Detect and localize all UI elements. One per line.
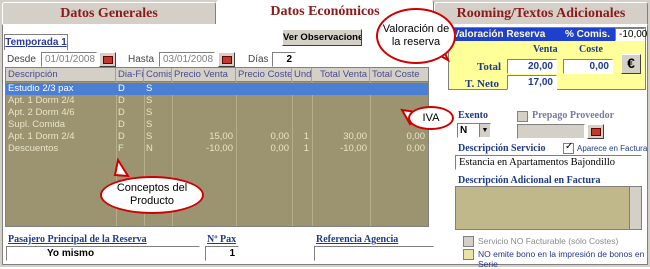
conceptos-tail (113, 157, 130, 178)
callout-conceptos: Conceptos del Producto (100, 176, 204, 214)
callout-iva: IVA (408, 106, 454, 130)
callout-valoracion: Valoración de la reserva (376, 8, 456, 64)
callout-tails (113, 40, 451, 178)
window: Datos Generales Datos Económicos Rooming… (0, 0, 650, 269)
